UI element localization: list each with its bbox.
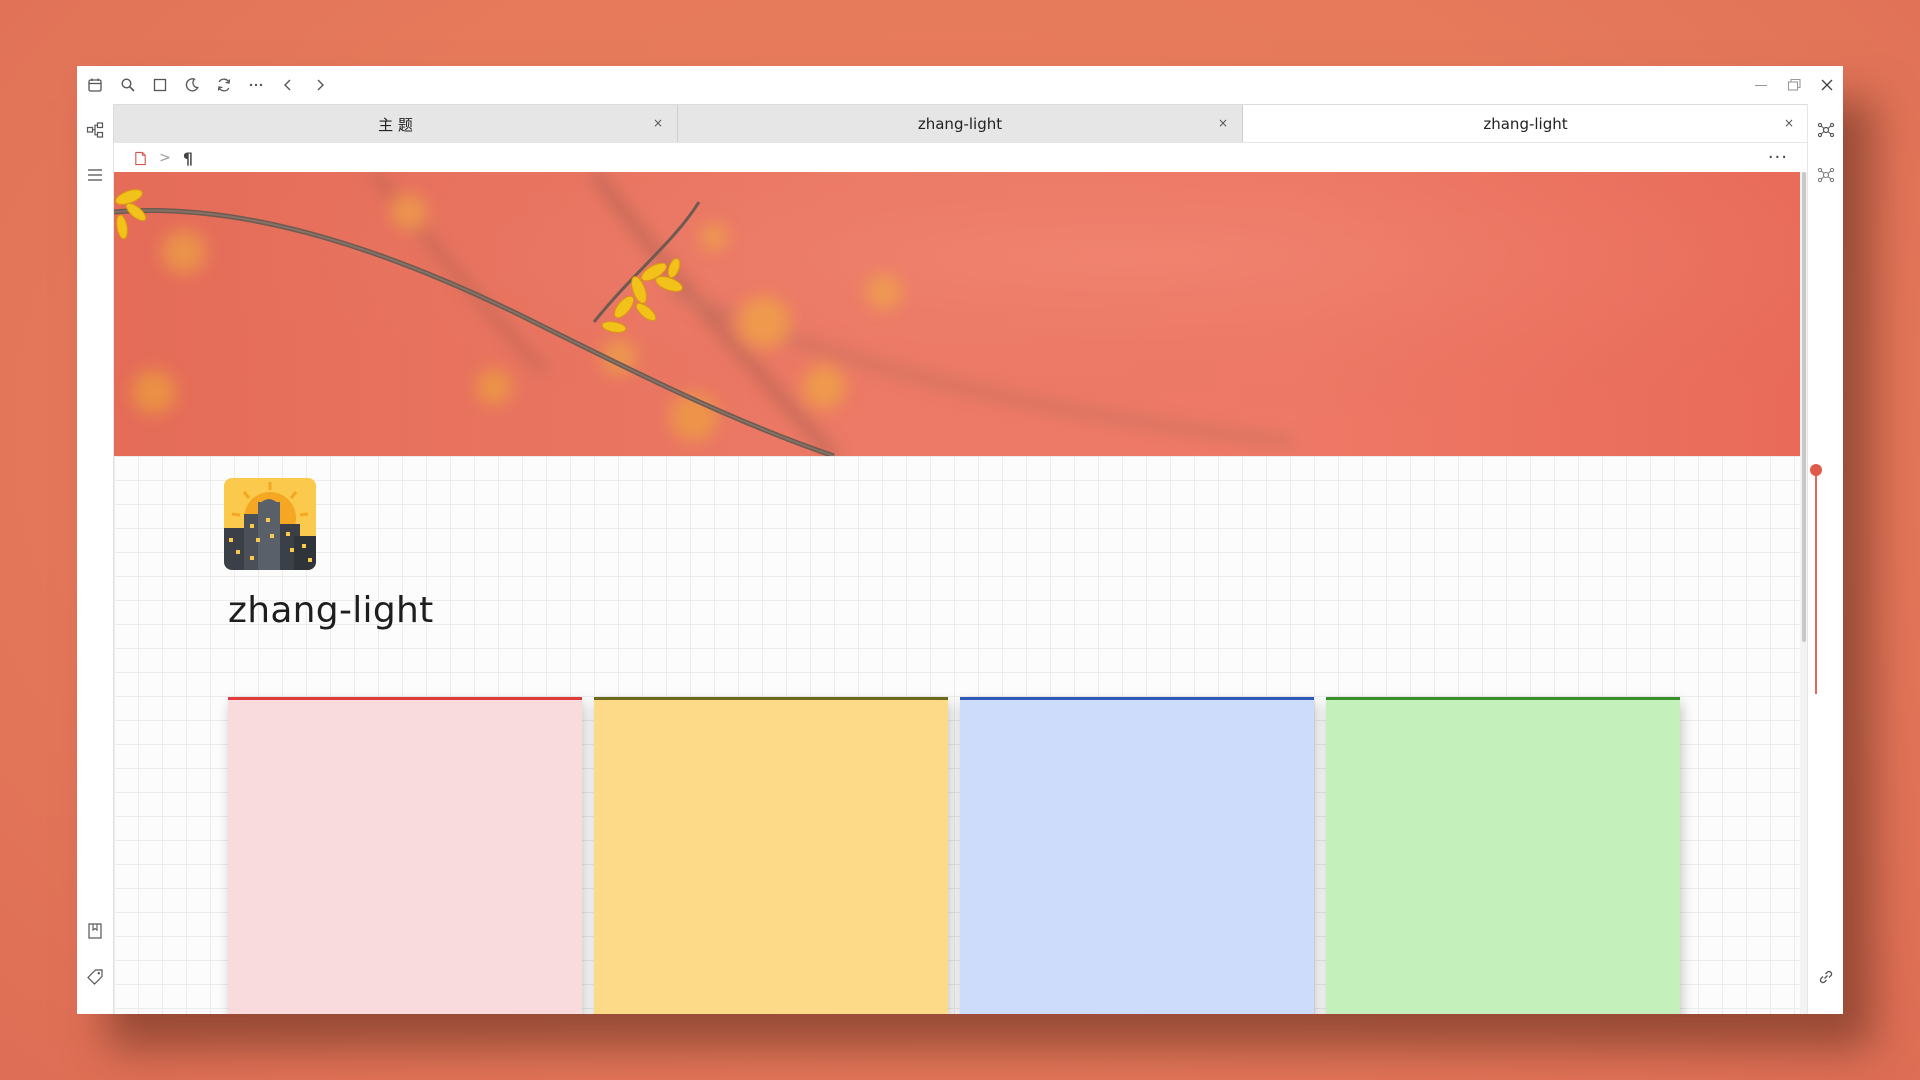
restore-icon[interactable] [1784,75,1804,95]
tab-close-icon[interactable]: × [1216,116,1230,130]
yellow-card[interactable] [594,697,948,1014]
more-menu-button[interactable]: ··· [1768,147,1788,168]
editor-pane: > ¶ ··· zhang-light [113,142,1808,1014]
tab-close-icon[interactable]: × [1782,116,1796,130]
backlink-icon[interactable] [1815,966,1837,988]
back-icon[interactable] [278,75,298,95]
blue-card[interactable] [960,697,1314,1014]
tab-close-icon[interactable]: × [651,116,665,130]
tab-label: zhang-light [1483,115,1568,133]
tab-label: 主 题 [378,115,413,134]
outline-indicator-track [1815,468,1817,694]
moon-icon[interactable] [182,75,202,95]
square-icon[interactable] [150,75,170,95]
document-title[interactable]: zhang-light [228,590,434,631]
more-icon[interactable] [246,75,266,95]
app-window: 主 题 × zhang-light × zhang-light × > ¶ ··… [77,66,1843,1014]
search-icon[interactable] [118,75,138,95]
graph-view-icon[interactable] [1815,119,1837,141]
bookmark-icon[interactable] [84,920,106,942]
tab-theme[interactable]: 主 题 × [114,105,678,143]
left-dock [77,104,113,1014]
global-graph-icon[interactable] [1815,164,1837,186]
tab-zhang-light[interactable]: zhang-light × [678,105,1243,143]
pilcrow-icon[interactable]: ¶ [180,148,196,168]
tab-label: zhang-light [917,115,1003,133]
close-icon[interactable] [1817,75,1837,95]
file-tree-icon[interactable] [84,119,106,141]
forward-icon[interactable] [310,75,330,95]
tab-bar: 主 题 × zhang-light × zhang-light × [113,104,1808,143]
tag-icon[interactable] [84,966,106,988]
tab-zhang-light-active[interactable]: zhang-light × [1243,105,1808,143]
breadcrumb-separator: > [159,150,171,166]
right-dock [1807,104,1843,1014]
red-card[interactable] [228,697,582,1014]
outline-indicator-handle[interactable] [1810,464,1822,476]
file-icon[interactable] [130,148,150,168]
banner-image[interactable] [114,172,1800,456]
green-card[interactable] [1326,697,1680,1014]
night-city-emoji-icon[interactable] [224,478,316,570]
outline-icon[interactable] [84,164,106,186]
breadcrumb: > ¶ ··· [114,142,1808,173]
calendar-icon[interactable] [85,75,105,95]
sync-icon[interactable] [214,75,234,95]
minimize-icon[interactable] [1751,75,1771,95]
title-bar [77,66,1843,104]
scrollbar-thumb[interactable] [1802,172,1806,642]
